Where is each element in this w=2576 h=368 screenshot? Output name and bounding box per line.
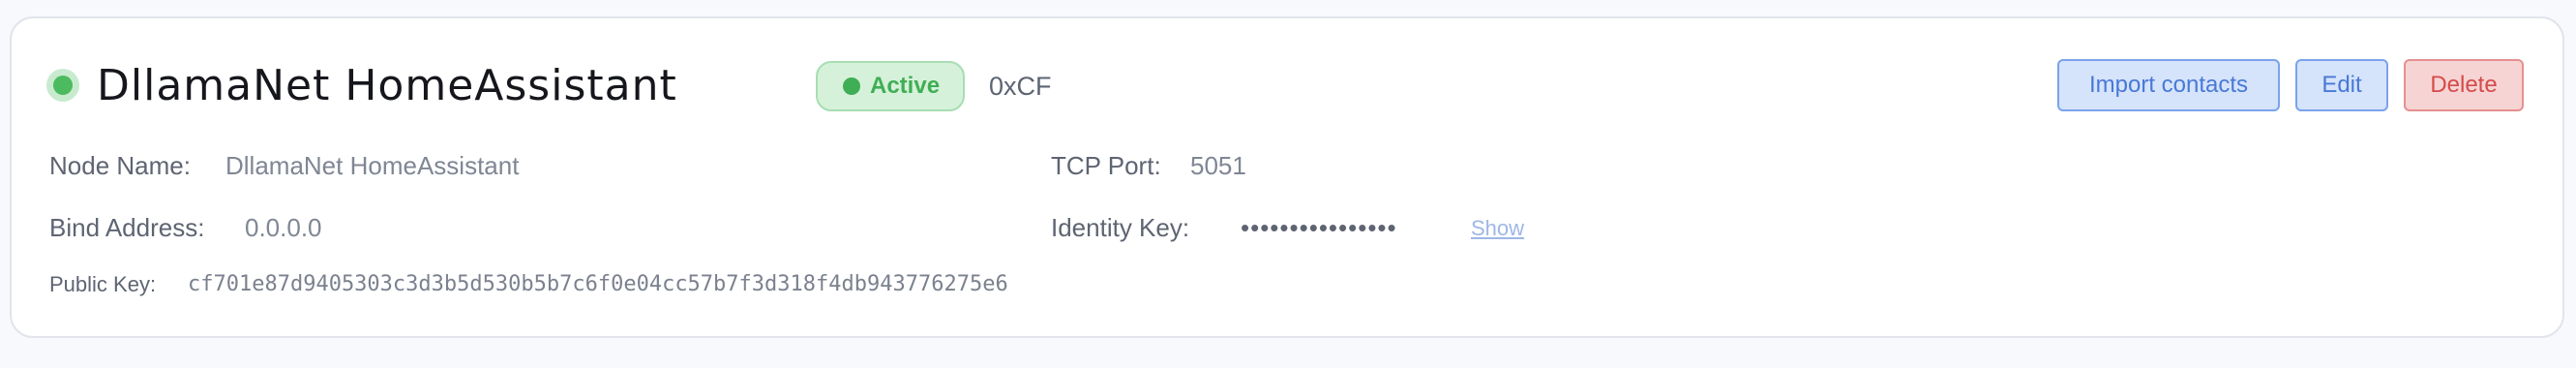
delete-button[interactable]: Delete	[2404, 59, 2524, 111]
status-badge-label: Active	[870, 73, 941, 99]
status-indicator-icon	[46, 69, 79, 102]
node-hex-id: 0xCF	[989, 72, 1052, 101]
tcp-port-value: 5051	[1190, 151, 1246, 180]
status-badge: Active	[816, 61, 965, 111]
public-key-label: Public Key:	[49, 272, 157, 296]
import-contacts-button[interactable]: Import contacts	[2057, 59, 2280, 111]
node-card: DllamaNet HomeAssistant Active 0xCF Impo…	[10, 16, 2564, 338]
bind-address-value: 0.0.0.0	[245, 213, 322, 242]
identity-key-label: Identity Key:	[1051, 213, 1190, 242]
tcp-port-label: TCP Port:	[1051, 151, 1161, 180]
node-title: DllamaNet HomeAssistant	[97, 61, 677, 110]
bind-address-label: Bind Address:	[49, 213, 205, 242]
show-identity-key-link[interactable]: Show	[1471, 216, 1524, 241]
node-name-label: Node Name:	[49, 151, 191, 180]
node-name-value: DllamaNet HomeAssistant	[225, 151, 520, 180]
public-key-value: cf701e87d9405303c3d3b5d530b5b7c6f0e04cc5…	[188, 272, 1008, 296]
identity-key-masked: ••••••••••••••••	[1241, 213, 1397, 242]
status-dot-icon	[843, 77, 860, 95]
edit-button[interactable]: Edit	[2295, 59, 2388, 111]
